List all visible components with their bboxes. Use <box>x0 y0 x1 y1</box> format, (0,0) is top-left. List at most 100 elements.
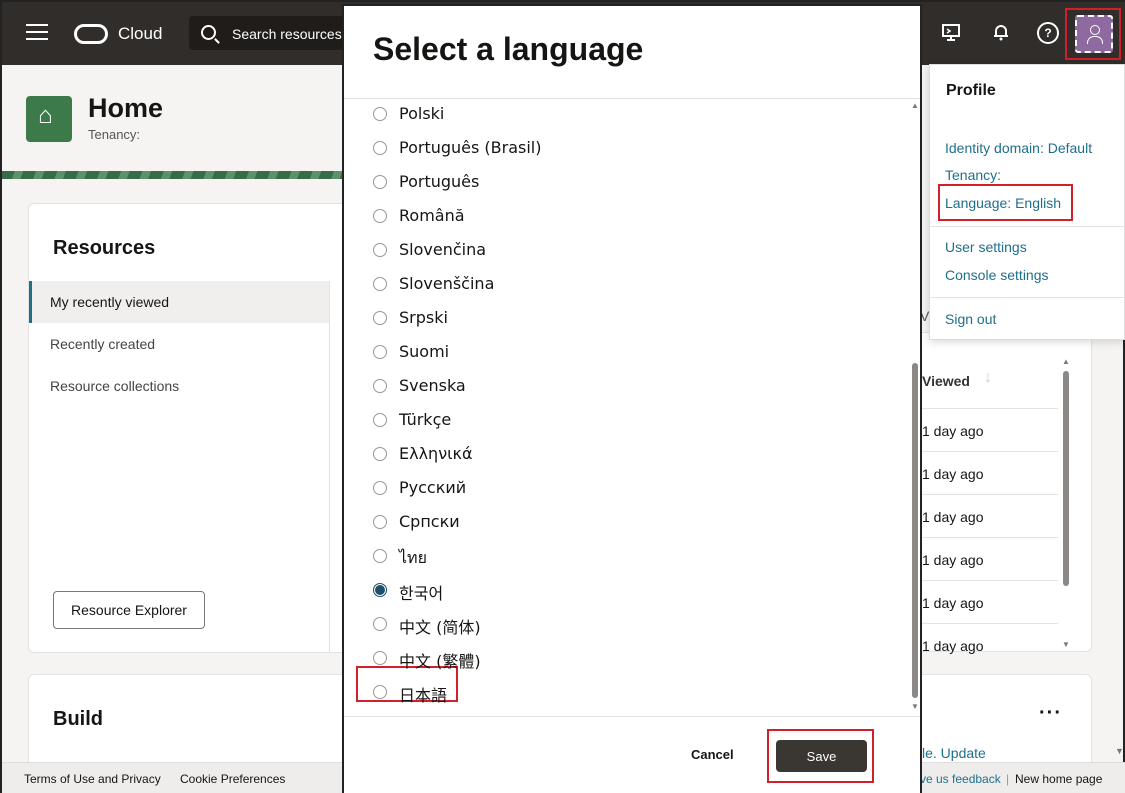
language-link[interactable]: Language: English <box>945 195 1061 211</box>
radio-button[interactable] <box>373 175 387 189</box>
language-list-scrollbar[interactable]: ▲ ▼ <box>910 101 920 715</box>
language-option[interactable]: Suomi <box>373 337 873 371</box>
oracle-logo-icon[interactable] <box>74 24 108 44</box>
divider <box>930 297 1125 298</box>
radio-button[interactable] <box>373 685 387 699</box>
tab-recently-created[interactable]: Recently created <box>29 323 329 365</box>
radio-button[interactable] <box>373 481 387 495</box>
language-option[interactable]: Ελληνικά <box>373 439 873 473</box>
language-option[interactable]: ไทย <box>373 541 873 575</box>
profile-title: Profile <box>946 82 996 99</box>
new-home-page-link[interactable]: New home page <box>1015 772 1102 786</box>
scroll-down-icon[interactable]: ▼ <box>1062 640 1070 649</box>
table-row: 1 day ago <box>922 580 1058 623</box>
page-scroll-down-icon[interactable]: ▼ <box>1115 746 1124 756</box>
language-option[interactable]: Srpski <box>373 303 873 337</box>
user-settings-link[interactable]: User settings <box>945 239 1027 255</box>
language-option[interactable]: Português <box>373 167 873 201</box>
divider <box>329 281 330 653</box>
scroll-down-icon[interactable]: ▼ <box>911 702 919 711</box>
radio-button[interactable] <box>373 345 387 359</box>
radio-button[interactable] <box>373 379 387 393</box>
language-option[interactable]: Slovenčina <box>373 235 873 269</box>
language-option[interactable]: Slovenščina <box>373 269 873 303</box>
terms-link[interactable]: Terms of Use and Privacy <box>24 772 161 786</box>
language-option[interactable]: Polski <box>373 99 873 133</box>
language-option-selected[interactable]: 한국어 <box>373 575 873 609</box>
radio-button[interactable] <box>373 651 387 665</box>
sort-arrow-icon[interactable]: ↓ <box>984 369 992 387</box>
radio-button[interactable] <box>373 549 387 563</box>
language-label: 日本語 <box>399 686 448 705</box>
sign-out-link[interactable]: Sign out <box>945 311 996 327</box>
viewed-column-header[interactable]: Viewed <box>922 373 970 389</box>
resources-card: Resources My recently viewed Recently cr… <box>28 203 348 653</box>
radio-button[interactable] <box>373 107 387 121</box>
radio-button[interactable] <box>373 413 387 427</box>
radio-button[interactable] <box>373 243 387 257</box>
radio-button[interactable] <box>373 311 387 325</box>
resources-tabs: My recently viewed Recently created Reso… <box>29 281 329 407</box>
scrollbar-thumb[interactable] <box>912 363 918 698</box>
language-label: ไทย <box>399 548 427 567</box>
tenancy-link[interactable]: Tenancy: <box>945 167 1001 183</box>
language-label: 中文 (繁體) <box>399 652 481 671</box>
language-label: Português <box>399 172 480 191</box>
language-option[interactable]: Română <box>373 201 873 235</box>
notifications-bell-icon[interactable] <box>990 22 1012 44</box>
home-header: Home Tenancy: <box>2 65 342 171</box>
language-label: Slovenčina <box>399 240 487 259</box>
tenancy-label: Tenancy: <box>88 127 141 142</box>
hamburger-menu-icon[interactable] <box>26 24 48 42</box>
profile-avatar-icon[interactable] <box>1075 15 1113 53</box>
cancel-button[interactable]: Cancel <box>691 747 734 762</box>
resource-explorer-button[interactable]: Resource Explorer <box>53 591 205 629</box>
search-placeholder: Search resources <box>232 26 342 42</box>
divider <box>344 716 920 717</box>
cookie-preferences-link[interactable]: Cookie Preferences <box>180 772 285 786</box>
tab-resource-collections[interactable]: Resource collections <box>29 365 329 407</box>
language-label: Polski <box>399 104 445 123</box>
tab-my-recently-viewed[interactable]: My recently viewed <box>29 281 329 323</box>
table-row: 1 day ago <box>922 623 1058 666</box>
identity-domain-link[interactable]: Identity domain: Default <box>945 140 1092 156</box>
radio-button[interactable] <box>373 141 387 155</box>
help-icon[interactable]: ? <box>1037 22 1059 44</box>
resources-title: Resources <box>53 237 156 259</box>
language-option[interactable]: 中文 (简体) <box>373 609 873 643</box>
update-link[interactable]: le. Update <box>922 745 986 761</box>
scroll-up-icon[interactable]: ▲ <box>911 101 919 110</box>
save-button[interactable]: Save <box>776 740 867 772</box>
language-option[interactable]: Русский <box>373 473 873 507</box>
search-input[interactable]: Search resources <box>189 16 349 50</box>
cloud-shell-icon[interactable] <box>940 22 962 44</box>
brand-name[interactable]: Cloud <box>118 24 162 44</box>
language-label: Ελληνικά <box>399 444 473 463</box>
language-option[interactable]: 中文 (繁體) <box>373 643 873 677</box>
radio-button[interactable] <box>373 277 387 291</box>
language-label: Português (Brasil) <box>399 138 542 157</box>
scrollbar-thumb[interactable] <box>1063 371 1069 586</box>
radio-button[interactable] <box>373 617 387 631</box>
feedback-link[interactable]: ve us feedback <box>920 772 1001 786</box>
footer-separator: | <box>1006 772 1010 786</box>
language-option[interactable]: Türkçe <box>373 405 873 439</box>
language-option[interactable]: 日本語 <box>373 677 873 711</box>
language-label: Svenska <box>399 376 466 395</box>
radio-button[interactable] <box>373 447 387 461</box>
language-option[interactable]: Svenska <box>373 371 873 405</box>
language-option[interactable]: Српски <box>373 507 873 541</box>
radio-button[interactable] <box>373 209 387 223</box>
scroll-up-icon[interactable]: ▲ <box>1062 357 1070 366</box>
language-option[interactable]: Português (Brasil) <box>373 133 873 167</box>
table-scrollbar[interactable]: ▲ ▼ <box>1061 357 1071 652</box>
table-row: 1 day ago <box>922 451 1058 494</box>
more-options-icon[interactable]: ··· <box>1039 702 1062 725</box>
divider <box>930 226 1125 227</box>
radio-button[interactable] <box>373 515 387 529</box>
language-label: Suomi <box>399 342 450 361</box>
table-row: 1 day ago <box>922 537 1058 580</box>
radio-button-checked[interactable] <box>373 583 387 597</box>
console-settings-link[interactable]: Console settings <box>945 267 1049 283</box>
profile-menu: Profile Identity domain: Default Tenancy… <box>929 64 1125 340</box>
